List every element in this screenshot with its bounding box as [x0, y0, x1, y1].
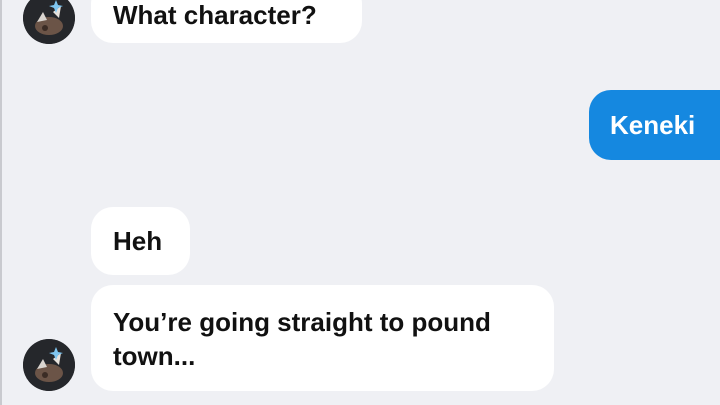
character-avatar-icon — [23, 339, 75, 391]
contact-avatar-bottom[interactable] — [23, 339, 75, 391]
contact-avatar-top[interactable] — [23, 0, 75, 44]
incoming-message-bubble[interactable]: You’re going straight to pound town... — [91, 285, 554, 391]
message-text: Heh — [113, 226, 163, 256]
outgoing-message-bubble[interactable]: Keneki — [589, 90, 720, 160]
character-avatar-icon — [23, 0, 75, 44]
left-edge-divider — [0, 0, 2, 405]
message-text: What character? — [113, 0, 317, 30]
message-text-line: town... — [113, 341, 196, 371]
message-text-line: You’re going straight to pound — [113, 307, 491, 337]
incoming-message-bubble[interactable]: What character? — [91, 0, 362, 43]
incoming-message-bubble[interactable]: Heh — [91, 207, 190, 275]
message-text: Keneki — [610, 110, 696, 140]
